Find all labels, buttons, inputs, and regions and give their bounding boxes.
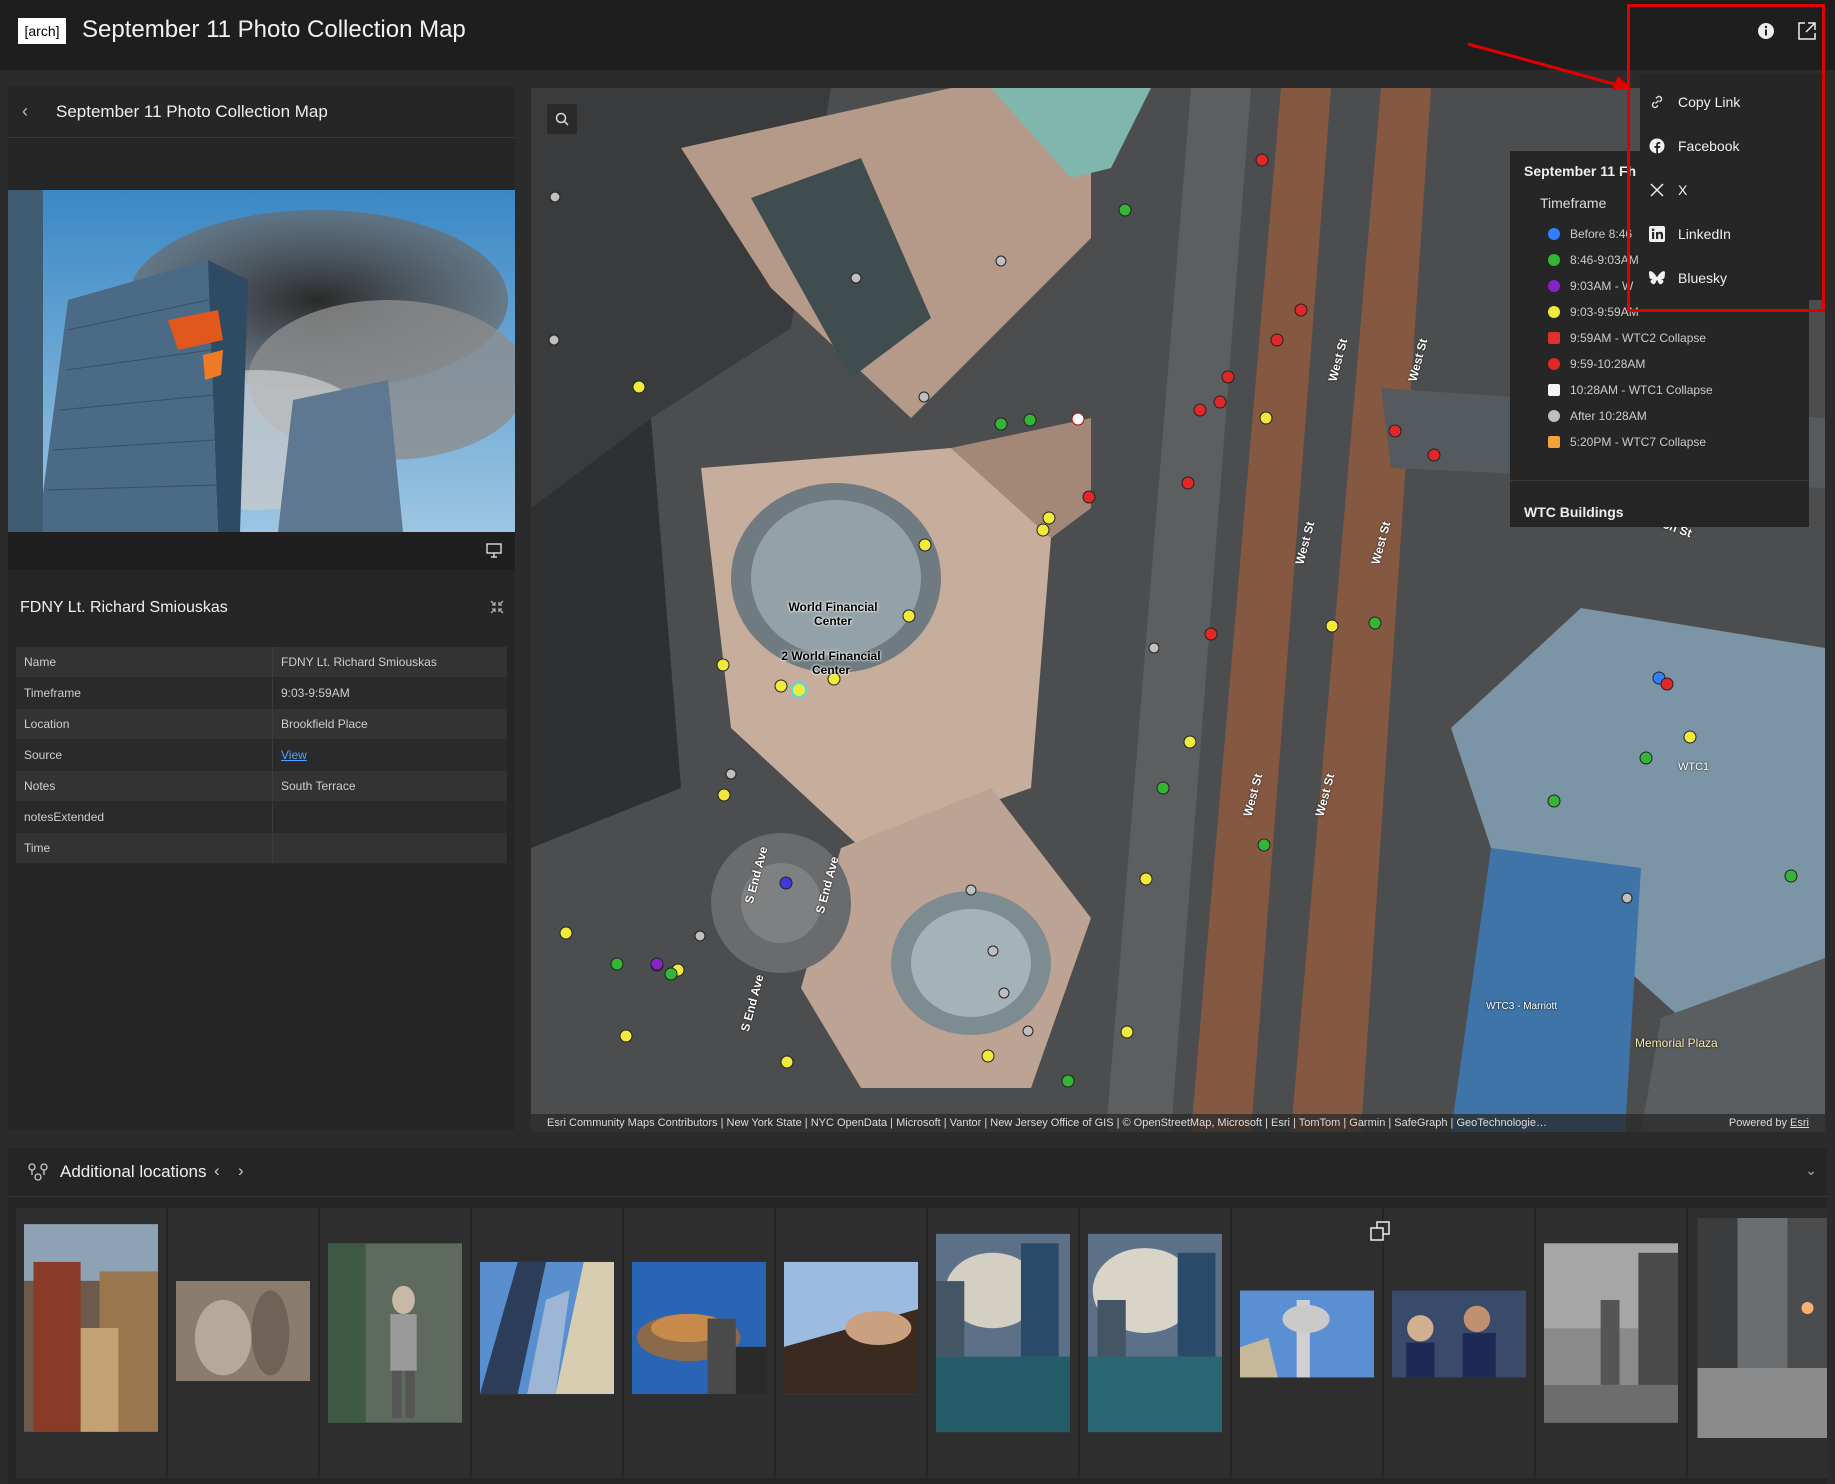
legend-item-label: 10:28AM - WTC1 Collapse <box>1570 383 1713 397</box>
attr-key: Location <box>16 708 273 740</box>
powered-by: Powered by Esri <box>1729 1114 1809 1132</box>
table-row: Notes South Terrace <box>16 770 507 802</box>
attr-value <box>272 832 507 864</box>
legend-swatch <box>1548 358 1560 370</box>
attr-key: Timeframe <box>16 677 273 709</box>
locations-icon <box>26 1160 50 1184</box>
attr-key: Name <box>16 647 273 678</box>
legend-swatch <box>1548 384 1560 396</box>
legend-divider <box>1510 480 1809 481</box>
chevron-down-icon[interactable]: ⌄ <box>1805 1162 1817 1179</box>
attr-value: Brookfield Place <box>272 708 507 740</box>
photo-thumbnail[interactable] <box>1536 1208 1686 1478</box>
attr-value: FDNY Lt. Richard Smiouskas <box>272 647 507 678</box>
map-label-wtc1: WTC1 <box>1678 761 1710 773</box>
map-label-wfc: World Financial Center <box>788 600 878 628</box>
photo-thumbnail[interactable] <box>928 1208 1078 1478</box>
legend-swatch <box>1548 228 1560 240</box>
legend-item: 9:03-9:59AM <box>1548 305 1639 319</box>
attr-key: notesExtended <box>16 801 273 833</box>
table-row: Time <box>16 832 507 864</box>
legend-item-label: After 10:28AM <box>1570 409 1647 423</box>
photo-thumbnail[interactable] <box>624 1208 774 1478</box>
feature-title: FDNY Lt. Richard Smiouskas <box>20 599 228 616</box>
legend-item-label: 9:59-10:28AM <box>1570 357 1646 371</box>
carousel-title: Additional locations <box>60 1162 207 1181</box>
annotation-highlight-box <box>1627 4 1825 312</box>
photo-thumbnail[interactable] <box>1384 1208 1534 1478</box>
attr-key: Time <box>16 832 273 864</box>
carousel-prev-button[interactable]: ‹ <box>214 1161 220 1181</box>
legend-swatch <box>1548 280 1560 292</box>
legend-item: 9:03AM - W <box>1548 279 1633 293</box>
search-icon <box>555 112 569 126</box>
map-label-wtc3: WTC3 - Marriott <box>1486 1001 1558 1012</box>
attr-value: View <box>272 739 507 771</box>
table-row: Location Brookfield Place <box>16 708 507 740</box>
photo-thumbnail[interactable] <box>1688 1208 1827 1478</box>
photo-thumbnail[interactable] <box>472 1208 622 1478</box>
carousel-next-button[interactable]: › <box>238 1161 244 1181</box>
feature-photo[interactable] <box>8 190 515 532</box>
collapse-icon[interactable] <box>489 599 505 615</box>
photo-thumbnail[interactable] <box>16 1208 166 1478</box>
legend-swatch <box>1548 254 1560 266</box>
photo-thumbnail[interactable] <box>1232 1208 1382 1478</box>
legend-item: 9:59AM - WTC2 Collapse <box>1548 331 1706 345</box>
app-logo: [arch] <box>18 18 66 44</box>
legend-section-wtc: WTC Buildings <box>1524 504 1624 520</box>
legend-item-label: Before 8:46 <box>1570 227 1633 241</box>
legend-item-label: 9:03AM - W <box>1570 279 1634 293</box>
feature-panel: ‹ September 11 Photo Collection Map FDNY… <box>8 87 515 1130</box>
map-label-wfc2: 2 World Financial Center <box>781 649 881 677</box>
attr-value <box>272 801 507 833</box>
carousel-header: Additional locations ‹ › ⌄ <box>8 1148 1827 1197</box>
powered-by-text: Powered by <box>1728 1117 1787 1129</box>
legend-item-label: 9:59AM - WTC2 Collapse <box>1570 331 1707 345</box>
attr-key: Source <box>16 739 273 771</box>
expand-icon[interactable] <box>1369 1220 1391 1242</box>
attr-key: Notes <box>16 770 273 802</box>
legend-item-label: 5:20PM - WTC7 Collapse <box>1570 435 1707 449</box>
table-row: Source View <box>16 739 507 771</box>
legend-item: 5:20PM - WTC7 Collapse <box>1548 435 1706 449</box>
photo-thumbnail[interactable] <box>1080 1208 1230 1478</box>
legend-item: 10:28AM - WTC1 Collapse <box>1548 383 1713 397</box>
photo-thumbnail[interactable] <box>776 1208 926 1478</box>
table-row: Timeframe 9:03-9:59AM <box>16 677 507 709</box>
panel-header: ‹ September 11 Photo Collection Map <box>8 87 515 138</box>
photo-toolbar <box>8 532 515 570</box>
legend-item: 8:46-9:03AM <box>1548 253 1639 267</box>
panel-title: September 11 Photo Collection Map <box>56 102 328 121</box>
table-row: Name FDNY Lt. Richard Smiouskas <box>16 647 507 678</box>
attribution-text: Esri Community Maps Contributors | New Y… <box>547 1117 1547 1129</box>
legend-swatch <box>1548 410 1560 422</box>
attr-value: 9:03-9:59AM <box>272 677 507 709</box>
additional-locations-panel: Additional locations ‹ › ⌄ <box>8 1148 1827 1484</box>
back-button[interactable]: ‹ <box>22 101 28 122</box>
map-attribution: Esri Community Maps Contributors | New Y… <box>531 1114 1825 1132</box>
map-search-button[interactable] <box>547 104 577 134</box>
photo-thumbnail[interactable] <box>168 1208 318 1478</box>
source-link[interactable]: View <box>281 748 307 762</box>
legend-item: Before 8:46 <box>1548 227 1632 241</box>
legend-title: September 11 Fh <box>1524 163 1637 179</box>
table-row: notesExtended <box>16 801 507 833</box>
annotation-arrow <box>1467 42 1632 90</box>
attr-value: South Terrace <box>272 770 507 802</box>
esri-link[interactable]: Esri <box>1790 1117 1809 1129</box>
legend-item: After 10:28AM <box>1548 409 1647 423</box>
attribute-table: Name FDNY Lt. Richard Smiouskas Timeframe… <box>16 647 507 864</box>
legend-swatch <box>1548 436 1560 448</box>
photo-thumbnail[interactable] <box>320 1208 470 1478</box>
legend-subtitle: Timeframe <box>1540 195 1607 211</box>
map-label-memorial: Memorial Plaza <box>1635 1036 1718 1050</box>
legend-swatch <box>1548 332 1560 344</box>
legend-swatch <box>1548 306 1560 318</box>
legend-item: 9:59-10:28AM <box>1548 357 1645 371</box>
presentation-icon[interactable] <box>485 542 503 558</box>
app-title: September 11 Photo Collection Map <box>82 16 466 43</box>
